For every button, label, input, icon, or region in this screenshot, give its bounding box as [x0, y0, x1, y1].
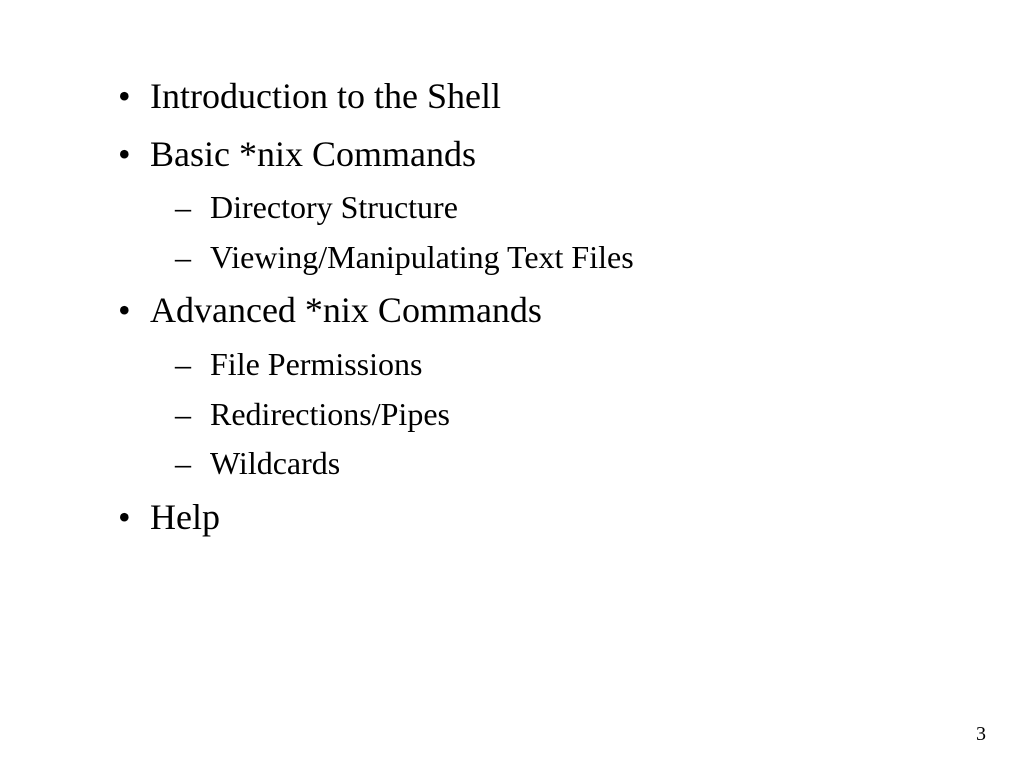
list-item: Introduction to the Shell	[110, 68, 1024, 126]
list-subitem: Redirections/Pipes	[110, 390, 1024, 440]
list-item: Basic *nix Commands	[110, 126, 1024, 184]
slide-content: Introduction to the Shell Basic *nix Com…	[0, 0, 1024, 546]
list-subitem: File Permissions	[110, 340, 1024, 390]
list-subitem: Directory Structure	[110, 183, 1024, 233]
list-item: Help	[110, 489, 1024, 547]
list-item: Advanced *nix Commands	[110, 282, 1024, 340]
page-number: 3	[976, 723, 986, 746]
list-subitem: Viewing/Manipulating Text Files	[110, 233, 1024, 283]
list-subitem: Wildcards	[110, 439, 1024, 489]
